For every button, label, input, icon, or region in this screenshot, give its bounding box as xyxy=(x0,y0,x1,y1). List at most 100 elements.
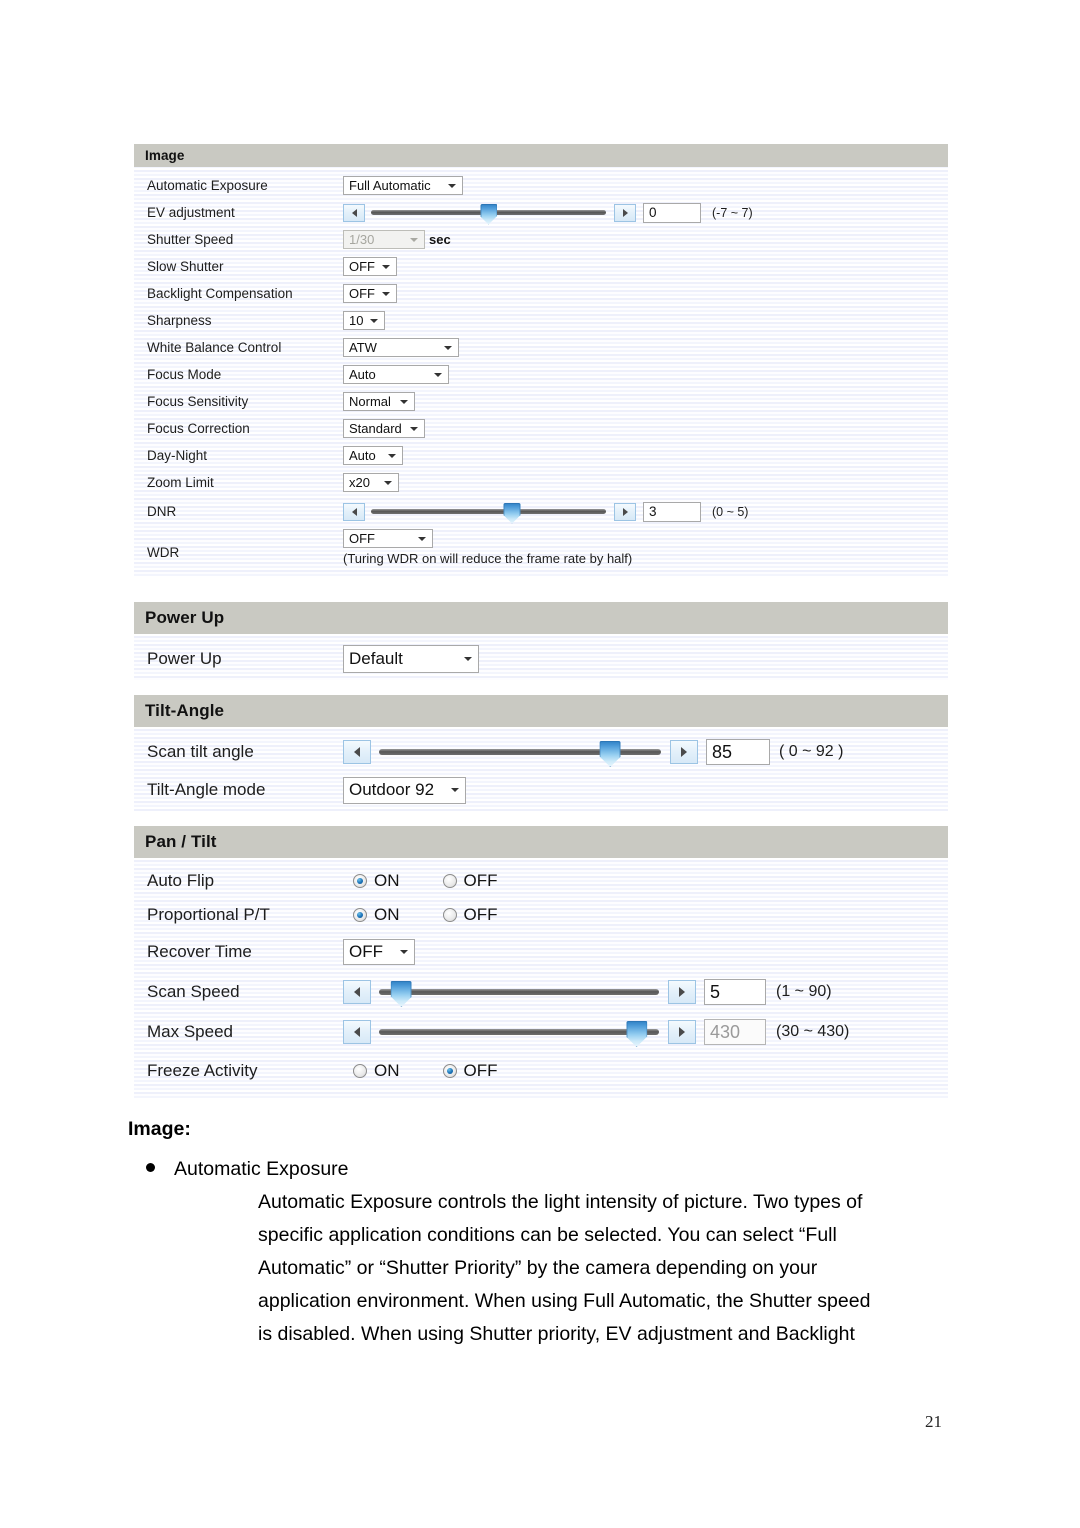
scan-speed-slider[interactable] xyxy=(379,979,659,1007)
triangle-left-icon xyxy=(354,1027,360,1037)
chevron-down-icon xyxy=(410,426,418,431)
select-slow-shutter[interactable]: OFF xyxy=(343,257,397,276)
slider-thumb[interactable] xyxy=(503,502,521,524)
max-speed-range: (30 ~ 430) xyxy=(776,1023,850,1040)
chevron-down-icon xyxy=(382,264,390,269)
chevron-down-icon xyxy=(370,318,378,323)
select-focus-correction[interactable]: Standard xyxy=(343,419,425,438)
row-freeze-activity: Freeze Activity ON OFF xyxy=(134,1052,948,1090)
label-scan-speed: Scan Speed xyxy=(147,982,240,1001)
label-proportional-pt: Proportional P/T xyxy=(147,905,270,924)
chevron-down-icon xyxy=(418,536,426,541)
description-bullet-label: Automatic Exposure xyxy=(174,1158,349,1180)
row-backlight-compensation: Backlight Compensation OFF xyxy=(134,280,948,307)
scan-speed-value-input[interactable]: 5 xyxy=(704,979,766,1005)
slider-thumb[interactable] xyxy=(626,1021,648,1047)
row-shutter-speed: Shutter Speed 1/30 sec xyxy=(134,226,948,253)
freeze-activity-on-option[interactable]: ON xyxy=(353,1061,400,1081)
select-backlight-compensation[interactable]: OFF xyxy=(343,284,397,303)
slider-track xyxy=(379,989,659,995)
select-focus-sensitivity[interactable]: Normal xyxy=(343,392,415,411)
row-proportional-pt: Proportional P/T ON OFF xyxy=(134,898,948,932)
scan-speed-decrement-button[interactable] xyxy=(343,980,371,1004)
ev-adjustment-increment-button[interactable] xyxy=(614,203,636,222)
select-focus-mode-value: Auto xyxy=(349,367,376,382)
description-heading: Image: xyxy=(128,1118,191,1140)
select-focus-mode[interactable]: Auto xyxy=(343,365,449,384)
label-max-speed: Max Speed xyxy=(147,1022,233,1041)
max-speed-slider[interactable] xyxy=(379,1019,659,1047)
scan-tilt-angle-decrement-button[interactable] xyxy=(343,740,371,764)
select-sharpness[interactable]: 10 xyxy=(343,311,385,330)
scan-speed-increment-button[interactable] xyxy=(668,980,696,1004)
description-paragraph: Automatic Exposure controls the light in… xyxy=(128,1186,958,1351)
select-tilt-angle-mode[interactable]: Outdoor 92 xyxy=(343,776,466,804)
radio-off-icon[interactable] xyxy=(353,1064,367,1078)
dnr-decrement-button[interactable] xyxy=(343,502,365,521)
radio-off-icon[interactable] xyxy=(442,908,457,922)
row-dnr: DNR 3 (0 ~ 5) xyxy=(134,496,948,527)
auto-flip-on-option[interactable]: ON xyxy=(353,871,400,891)
label-backlight-compensation: Backlight Compensation xyxy=(147,286,293,301)
max-speed-value-input[interactable]: 430 xyxy=(704,1019,766,1045)
image-panel-header: Image xyxy=(134,144,948,167)
select-white-balance-control[interactable]: ATW xyxy=(343,338,459,357)
select-power-up[interactable]: Default xyxy=(343,645,479,673)
ev-adjustment-value-input[interactable]: 0 xyxy=(643,202,701,223)
dnr-slider[interactable] xyxy=(371,501,606,524)
proportional-pt-on-option[interactable]: ON xyxy=(353,905,400,925)
freeze-activity-off-option[interactable]: OFF xyxy=(442,1061,498,1081)
select-day-night-value: Auto xyxy=(349,448,376,463)
select-shutter-speed[interactable]: 1/30 xyxy=(343,230,425,249)
scan-speed-range: (1 ~ 90) xyxy=(776,983,832,1000)
radio-on-icon[interactable] xyxy=(353,874,367,888)
ev-adjustment-slider[interactable] xyxy=(371,202,606,225)
scan-tilt-angle-value-input[interactable]: 85 xyxy=(706,739,770,765)
power-up-panel: Power Up Power Up Default xyxy=(134,602,948,680)
scan-tilt-angle-range: ( 0 ~ 92 ) xyxy=(779,743,844,760)
chevron-down-icon xyxy=(388,453,396,458)
radio-on-icon[interactable] xyxy=(353,908,367,922)
dnr-value-input[interactable]: 3 xyxy=(643,501,701,522)
select-automatic-exposure[interactable]: Full Automatic xyxy=(343,176,463,195)
select-white-balance-control-value: ATW xyxy=(349,340,377,355)
description-line-5: is disabled. When using Shutter priority… xyxy=(258,1323,855,1345)
triangle-left-icon xyxy=(351,507,357,516)
dnr-value: 3 xyxy=(649,504,657,519)
label-focus-sensitivity: Focus Sensitivity xyxy=(147,394,249,409)
radio-on-icon[interactable] xyxy=(442,1064,457,1078)
slider-thumb[interactable] xyxy=(599,741,621,767)
triangle-right-icon xyxy=(679,1027,685,1037)
radio-off-icon[interactable] xyxy=(442,874,457,888)
select-day-night[interactable]: Auto xyxy=(343,446,403,465)
row-power-up: Power Up Default xyxy=(134,638,948,680)
select-recover-time-value: OFF xyxy=(349,942,383,961)
select-recover-time[interactable]: OFF xyxy=(343,939,415,965)
chevron-down-icon xyxy=(384,480,392,485)
proportional-pt-off-option[interactable]: OFF xyxy=(442,905,498,925)
row-recover-time: Recover Time OFF xyxy=(134,932,948,972)
select-wdr[interactable]: OFF xyxy=(343,529,433,548)
auto-flip-on-label: ON xyxy=(374,871,400,890)
tilt-angle-panel-header: Tilt-Angle xyxy=(134,695,948,727)
label-automatic-exposure: Automatic Exposure xyxy=(147,178,268,193)
max-speed-increment-button[interactable] xyxy=(668,1020,696,1044)
auto-flip-off-option[interactable]: OFF xyxy=(442,871,498,891)
scan-tilt-angle-slider[interactable] xyxy=(379,739,661,767)
chevron-down-icon xyxy=(382,291,390,296)
description-bullet-row: Automatic Exposure xyxy=(128,1153,958,1186)
pan-tilt-panel: Pan / Tilt Auto Flip ON OFF Proportional… xyxy=(134,826,948,1099)
label-slow-shutter: Slow Shutter xyxy=(147,259,224,274)
proportional-pt-on-label: ON xyxy=(374,905,400,924)
slider-thumb[interactable] xyxy=(390,981,412,1007)
label-shutter-speed: Shutter Speed xyxy=(147,232,234,247)
scan-tilt-angle-increment-button[interactable] xyxy=(670,740,698,764)
slider-thumb[interactable] xyxy=(480,203,497,225)
max-speed-decrement-button[interactable] xyxy=(343,1020,371,1044)
image-panel: Image Automatic Exposure Full Automatic … xyxy=(134,144,948,578)
ev-adjustment-decrement-button[interactable] xyxy=(343,203,365,222)
select-zoom-limit[interactable]: x20 xyxy=(343,473,399,492)
dnr-increment-button[interactable] xyxy=(614,502,636,521)
row-white-balance-control: White Balance Control ATW xyxy=(134,334,948,361)
row-focus-mode: Focus Mode Auto xyxy=(134,361,948,388)
